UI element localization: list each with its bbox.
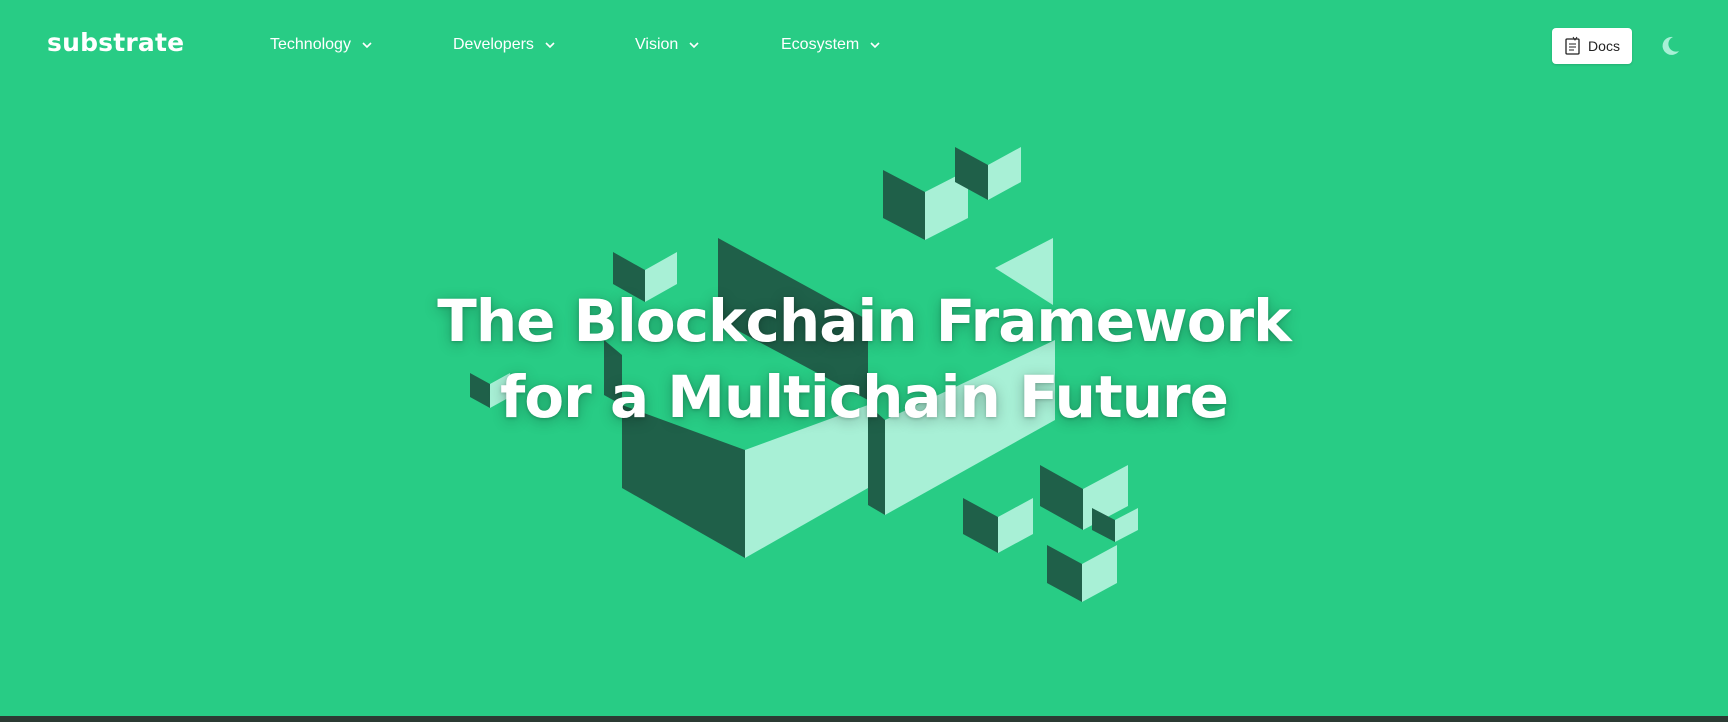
site-header: substrate Technology Developers Vision E… [0, 0, 1728, 92]
nav-developers[interactable]: Developers [453, 36, 556, 54]
moon-icon[interactable] [1658, 34, 1682, 58]
site-logo[interactable]: substrate [47, 28, 184, 57]
nav-label: Developers [453, 36, 534, 53]
docs-button-label: Docs [1588, 38, 1620, 54]
nav-technology[interactable]: Technology [270, 36, 373, 54]
page: substrate Technology Developers Vision E… [0, 0, 1728, 716]
chevron-down-icon [362, 42, 372, 49]
docs-icon [1565, 36, 1580, 55]
chevron-down-icon [689, 42, 699, 49]
bottom-edge [0, 716, 1728, 722]
chevron-down-icon [870, 42, 880, 49]
nav-label: Ecosystem [781, 36, 860, 53]
docs-button[interactable]: Docs [1552, 28, 1632, 64]
chevron-down-icon [545, 42, 555, 49]
hero-title-line-2: for a Multichain Future [500, 363, 1229, 431]
nav-vision[interactable]: Vision [635, 36, 700, 54]
nav-label: Technology [270, 36, 351, 53]
hero-title-line-1: The Blockchain Framework [437, 287, 1291, 355]
nav-label: Vision [635, 36, 679, 53]
hero-title: The Blockchain Framework for a Multichai… [0, 283, 1728, 435]
nav-ecosystem[interactable]: Ecosystem [781, 36, 881, 54]
